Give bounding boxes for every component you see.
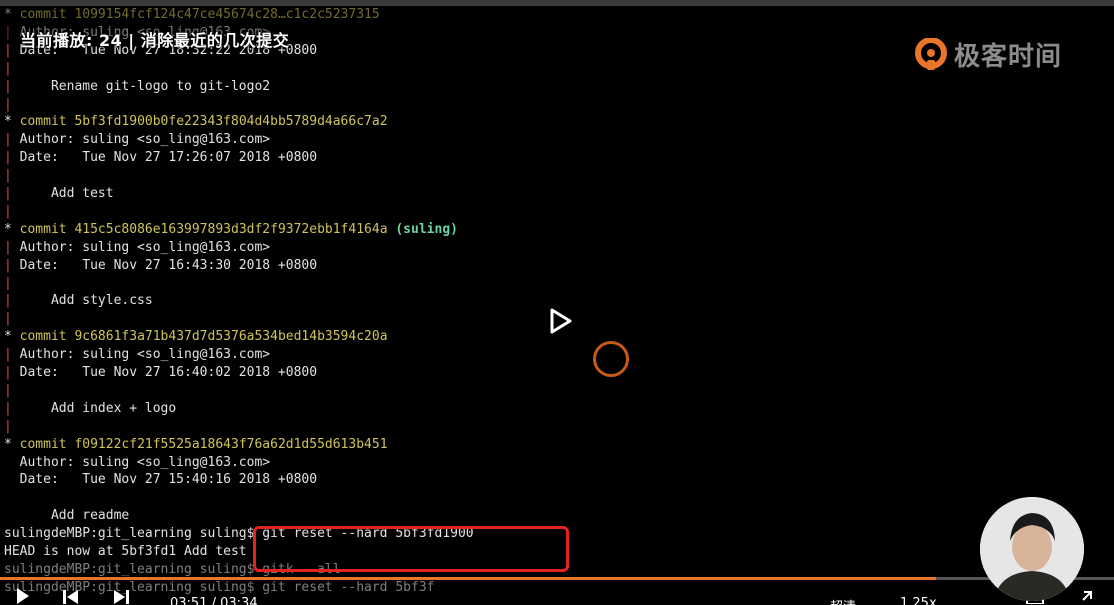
terminal-line: | xyxy=(4,275,12,293)
terminal-line: | Add index + logo xyxy=(4,400,176,418)
graph-marker: | xyxy=(4,150,12,166)
graph-marker: | xyxy=(4,239,12,255)
time-total: 03:34 xyxy=(220,596,258,605)
terminal-line: | xyxy=(4,203,12,221)
commit-detail: Add index + logo xyxy=(11,400,177,416)
highlight-annotation-box xyxy=(253,526,569,572)
graph-marker: * xyxy=(4,221,12,237)
graph-marker: | xyxy=(4,382,12,398)
graph-marker: | xyxy=(4,168,12,184)
terminal-line: | xyxy=(4,382,12,400)
terminal-line: | xyxy=(4,418,12,436)
play-icon[interactable] xyxy=(12,582,34,604)
terminal-line: | Date: Tue Nov 27 17:26:07 2018 +0800 xyxy=(4,149,317,167)
terminal-line: | Date: Tue Nov 27 16:40:02 2018 +0800 xyxy=(4,364,317,382)
brand-watermark: 极客时间 xyxy=(914,36,1062,73)
terminal-line: * commit f09122cf21f5525a18643f76a62d1d5… xyxy=(4,436,388,454)
terminal-line: | Add style.css xyxy=(4,292,153,310)
commit-detail: Add readme xyxy=(4,508,130,524)
graph-marker: * xyxy=(4,329,12,345)
commit-keyword: commit xyxy=(11,7,75,22)
commit-hash: 9c6861f3a71b437d7d5376a534bed14b3594c20a xyxy=(74,329,388,345)
terminal-line: | Date: Tue Nov 27 16:43:30 2018 +0800 xyxy=(4,257,317,275)
terminal-line: Add readme xyxy=(4,507,129,525)
terminal-line: Date: Tue Nov 27 15:40:16 2018 +0800 xyxy=(4,471,317,489)
terminal-line: * commit 1099154fcf124c47ce45674c28…c1c2… xyxy=(4,6,380,24)
graph-marker: | xyxy=(4,365,12,380)
terminal-line: Author: suling <so_ling@163.com> xyxy=(4,454,270,472)
graph-marker: | xyxy=(4,275,12,291)
graph-marker: | xyxy=(4,24,12,40)
terminal-line: * commit 9c6861f3a71b437d7d5376a534bed14… xyxy=(4,328,388,346)
commit-detail: Date: Tue Nov 27 16:40:02 2018 +0800 xyxy=(11,365,318,380)
commit-hash: f09122cf21f5525a18643f76a62d1d55d613b451 xyxy=(74,436,388,452)
graph-marker: | xyxy=(4,418,12,434)
graph-marker: | xyxy=(4,96,12,112)
commit-detail: Add test xyxy=(11,186,114,201)
commit-detail: Date: Tue Nov 27 15:40:16 2018 +0800 xyxy=(4,472,318,488)
commit-keyword: commit xyxy=(11,329,75,345)
commit-detail: Rename git-logo to git-logo2 xyxy=(11,78,271,94)
commit-keyword: commit xyxy=(11,221,75,237)
graph-marker: | xyxy=(4,293,12,309)
commit-hash: 415c5c8086e163997893d3df2f9372ebb1f4164a xyxy=(74,221,388,237)
time-display: 03:51 / 03:34 xyxy=(170,596,258,605)
geektime-logo-icon xyxy=(915,37,947,70)
terminal-line: | xyxy=(4,167,12,185)
graph-marker: * xyxy=(4,436,12,452)
commit-detail: Add style.css xyxy=(11,293,153,309)
lesson-title: 当前播放: 24 | 消除最近的几次提交 xyxy=(20,31,290,50)
commit-detail: Author: suling <so_ling@163.com> xyxy=(11,132,271,148)
graph-marker: | xyxy=(4,132,12,148)
time-current: 03:51 xyxy=(170,596,208,605)
brand-name: 极客时间 xyxy=(954,42,1063,72)
terminal-line: | xyxy=(4,60,12,78)
terminal-line: HEAD is now at 5bf3fd1 Add test xyxy=(4,543,247,561)
commit-hash: 5bf3fd1900b0fe22343f804d4bb5789d4a66c7a2 xyxy=(74,114,388,130)
video-player[interactable]: * commit 1099154fcf124c47ce45674c28…c1c2… xyxy=(0,0,1114,605)
presenter-avatar xyxy=(980,497,1084,601)
player-controls: 03:51 / 03:34 超清 1.25x xyxy=(0,580,1114,605)
loading-spinner-icon xyxy=(593,341,629,377)
graph-marker: | xyxy=(4,347,12,363)
commit-detail: Author: suling <so_ling@163.com> xyxy=(11,347,271,363)
presenter-webcam xyxy=(980,497,1084,601)
prev-icon[interactable] xyxy=(60,582,82,604)
terminal-line: | Add test xyxy=(4,185,114,203)
shell-line: HEAD is now at 5bf3fd1 Add test xyxy=(4,544,247,559)
fullscreen-icon[interactable] xyxy=(1072,582,1094,604)
terminal-line: * commit 5bf3fd1900b0fe22343f804d4bb5789… xyxy=(4,113,388,131)
terminal-line: | Author: suling <so_ling@163.com> xyxy=(4,239,270,257)
terminal-line: | xyxy=(4,310,12,328)
terminal-line: | Author: suling <so_ling@163.com> xyxy=(4,346,270,364)
graph-marker: | xyxy=(4,400,12,416)
speed-selector[interactable]: 1.25x xyxy=(900,596,937,605)
terminal-line: | Author: suling <so_ling@163.com> xyxy=(4,131,270,149)
terminal-line: | Rename git-logo to git-logo2 xyxy=(4,78,270,96)
graph-marker: | xyxy=(4,311,12,327)
commit-keyword: commit xyxy=(11,114,75,130)
graph-marker: | xyxy=(4,186,12,201)
quality-selector[interactable]: 超清 xyxy=(830,596,856,605)
terminal-line: * commit 415c5c8086e163997893d3df2f9372e… xyxy=(4,221,458,239)
terminal-line: | xyxy=(4,96,12,114)
graph-marker: * xyxy=(4,114,12,130)
commit-detail: Author: suling <so_ling@163.com> xyxy=(4,454,271,470)
graph-marker: | xyxy=(4,257,12,273)
play-icon[interactable] xyxy=(545,306,575,336)
graph-marker: | xyxy=(4,60,12,76)
branch-label: (suling) xyxy=(395,221,458,237)
commit-keyword: commit xyxy=(11,436,75,452)
time-separator: / xyxy=(211,596,221,605)
graph-marker: * xyxy=(4,7,12,22)
commit-detail: Date: Tue Nov 27 17:26:07 2018 +0800 xyxy=(11,150,318,166)
next-icon[interactable] xyxy=(110,582,132,604)
graph-marker: | xyxy=(4,42,12,58)
commit-detail: Date: Tue Nov 27 16:43:30 2018 +0800 xyxy=(11,257,318,273)
graph-marker: | xyxy=(4,203,12,219)
graph-marker: | xyxy=(4,78,12,94)
commit-hash: 1099154fcf124c47ce45674c28…c1c2c5237315 xyxy=(74,7,380,22)
commit-detail: Author: suling <so_ling@163.com> xyxy=(11,239,271,255)
